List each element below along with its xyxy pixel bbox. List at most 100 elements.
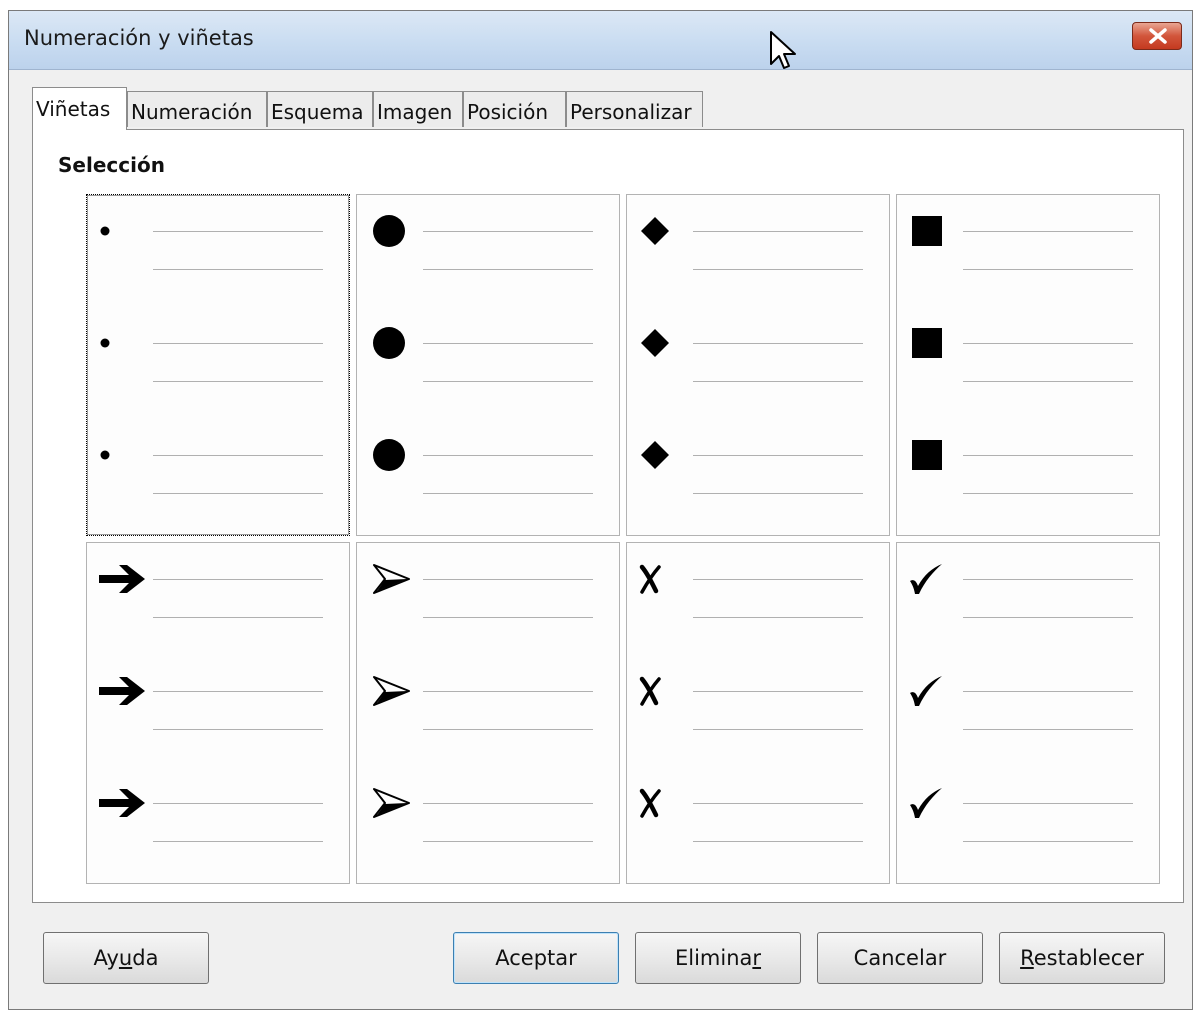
preview-line bbox=[693, 803, 863, 804]
preview-line bbox=[423, 579, 593, 580]
preview-line bbox=[423, 381, 593, 382]
preview-line bbox=[693, 691, 863, 692]
tab-posicion[interactable]: Posición bbox=[463, 91, 566, 127]
preview-line bbox=[423, 493, 593, 494]
preview-line bbox=[153, 381, 323, 382]
preview-line bbox=[153, 803, 323, 804]
tab-imagen[interactable]: Imagen bbox=[373, 91, 463, 127]
preview-line bbox=[693, 381, 863, 382]
preview-line bbox=[963, 381, 1133, 382]
close-icon bbox=[1149, 28, 1167, 44]
tab-numeracion[interactable]: Numeración bbox=[127, 91, 267, 127]
bullet-option-arrowhead[interactable] bbox=[356, 542, 620, 884]
preview-line bbox=[693, 343, 863, 344]
bullet-option-arrow[interactable] bbox=[86, 542, 350, 884]
check-mark-bullet-icon bbox=[907, 562, 945, 600]
preview-line bbox=[153, 691, 323, 692]
preview-line bbox=[693, 269, 863, 270]
bullet-option-square[interactable] bbox=[896, 194, 1160, 536]
tab-vinetas[interactable]: Viñetas bbox=[32, 87, 127, 130]
preview-line bbox=[693, 493, 863, 494]
preview-line bbox=[423, 729, 593, 730]
preview-line bbox=[693, 729, 863, 730]
preview-line bbox=[963, 579, 1133, 580]
arrowhead-outline-bullet-icon bbox=[371, 787, 413, 823]
preview-line bbox=[963, 269, 1133, 270]
selection-label: Selección bbox=[58, 153, 165, 177]
tab-panel-vinetas: Selección bbox=[32, 129, 1184, 903]
preview-line bbox=[963, 617, 1133, 618]
dialog-window: Numeración y viñetas Viñetas Numeración … bbox=[8, 10, 1193, 1010]
preview-line bbox=[423, 343, 593, 344]
preview-line bbox=[423, 617, 593, 618]
tab-esquema[interactable]: Esquema bbox=[267, 91, 373, 127]
square-bullet-icon bbox=[911, 439, 943, 475]
square-bullet-icon bbox=[911, 327, 943, 363]
preview-line bbox=[423, 803, 593, 804]
preview-line bbox=[153, 455, 323, 456]
arrowhead-outline-bullet-icon bbox=[371, 675, 413, 711]
diamond-bullet-icon bbox=[639, 327, 671, 363]
title-bar[interactable]: Numeración y viñetas bbox=[9, 11, 1192, 70]
preview-line bbox=[693, 455, 863, 456]
preview-line bbox=[153, 579, 323, 580]
arrow-right-bullet-icon bbox=[97, 674, 151, 712]
check-mark-bullet-icon bbox=[907, 786, 945, 824]
bullet-selection-grid bbox=[86, 194, 1164, 884]
preview-line bbox=[963, 231, 1133, 232]
bullet-option-x-mark[interactable] bbox=[626, 542, 890, 884]
preview-line bbox=[963, 343, 1133, 344]
preview-line bbox=[153, 729, 323, 730]
ok-button[interactable]: Aceptar bbox=[453, 932, 619, 984]
x-mark-bullet-icon bbox=[637, 563, 665, 599]
cancel-button[interactable]: Cancelar bbox=[817, 932, 983, 984]
bullet-option-large-circle[interactable] bbox=[356, 194, 620, 536]
preview-line bbox=[963, 841, 1133, 842]
small-dot-bullet-icon bbox=[97, 335, 113, 355]
arrowhead-outline-bullet-icon bbox=[371, 563, 413, 599]
dialog-title: Numeración y viñetas bbox=[24, 26, 254, 50]
preview-line bbox=[153, 343, 323, 344]
tab-personalizar[interactable]: Personalizar bbox=[566, 91, 703, 127]
delete-button[interactable]: Eliminar bbox=[635, 932, 801, 984]
preview-line bbox=[693, 617, 863, 618]
preview-line bbox=[963, 493, 1133, 494]
preview-line bbox=[153, 493, 323, 494]
preview-line bbox=[423, 455, 593, 456]
bullet-option-diamond[interactable] bbox=[626, 194, 890, 536]
close-button[interactable] bbox=[1132, 22, 1182, 50]
small-dot-bullet-icon bbox=[97, 447, 113, 467]
preview-line bbox=[153, 841, 323, 842]
large-circle-bullet-icon bbox=[371, 325, 407, 365]
x-mark-bullet-icon bbox=[637, 787, 665, 823]
square-bullet-icon bbox=[911, 215, 943, 251]
small-dot-bullet-icon bbox=[97, 223, 113, 243]
bullet-option-small-dot[interactable] bbox=[86, 194, 350, 536]
diamond-bullet-icon bbox=[639, 439, 671, 475]
large-circle-bullet-icon bbox=[371, 213, 407, 253]
preview-line bbox=[423, 691, 593, 692]
preview-line bbox=[153, 231, 323, 232]
preview-line bbox=[963, 803, 1133, 804]
diamond-bullet-icon bbox=[639, 215, 671, 251]
preview-line bbox=[423, 269, 593, 270]
preview-line bbox=[963, 691, 1133, 692]
help-button[interactable]: Ayuda bbox=[43, 932, 209, 984]
preview-line bbox=[693, 841, 863, 842]
bullet-option-check-mark[interactable] bbox=[896, 542, 1160, 884]
check-mark-bullet-icon bbox=[907, 674, 945, 712]
reset-button[interactable]: Restablecer bbox=[999, 932, 1165, 984]
arrow-right-bullet-icon bbox=[97, 786, 151, 824]
preview-line bbox=[693, 231, 863, 232]
preview-line bbox=[153, 617, 323, 618]
preview-line bbox=[423, 231, 593, 232]
preview-line bbox=[963, 729, 1133, 730]
preview-line bbox=[963, 455, 1133, 456]
large-circle-bullet-icon bbox=[371, 437, 407, 477]
arrow-right-bullet-icon bbox=[97, 562, 151, 600]
mouse-cursor-icon bbox=[770, 31, 796, 69]
preview-line bbox=[423, 841, 593, 842]
preview-line bbox=[153, 269, 323, 270]
preview-line bbox=[693, 579, 863, 580]
x-mark-bullet-icon bbox=[637, 675, 665, 711]
